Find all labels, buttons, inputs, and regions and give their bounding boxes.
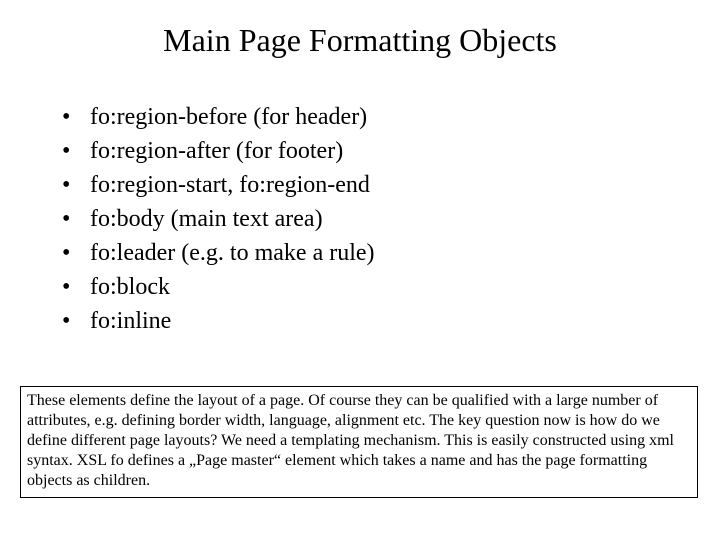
slide-title: Main Page Formatting Objects bbox=[0, 22, 720, 59]
list-item: fo:region-start, fo:region-end bbox=[62, 168, 622, 202]
footer-note-box: These elements define the layout of a pa… bbox=[20, 386, 698, 498]
list-item: fo:block bbox=[62, 270, 622, 304]
list-item: fo:region-before (for header) bbox=[62, 100, 622, 134]
footer-note: These elements define the layout of a pa… bbox=[27, 391, 691, 491]
bullet-list: fo:region-before (for header) fo:region-… bbox=[62, 100, 622, 338]
list-item: fo:inline bbox=[62, 304, 622, 338]
list-item: fo:region-after (for footer) bbox=[62, 134, 622, 168]
list-item: fo:body (main text area) bbox=[62, 202, 622, 236]
slide: Main Page Formatting Objects fo:region-b… bbox=[0, 0, 720, 540]
list-item: fo:leader (e.g. to make a rule) bbox=[62, 236, 622, 270]
